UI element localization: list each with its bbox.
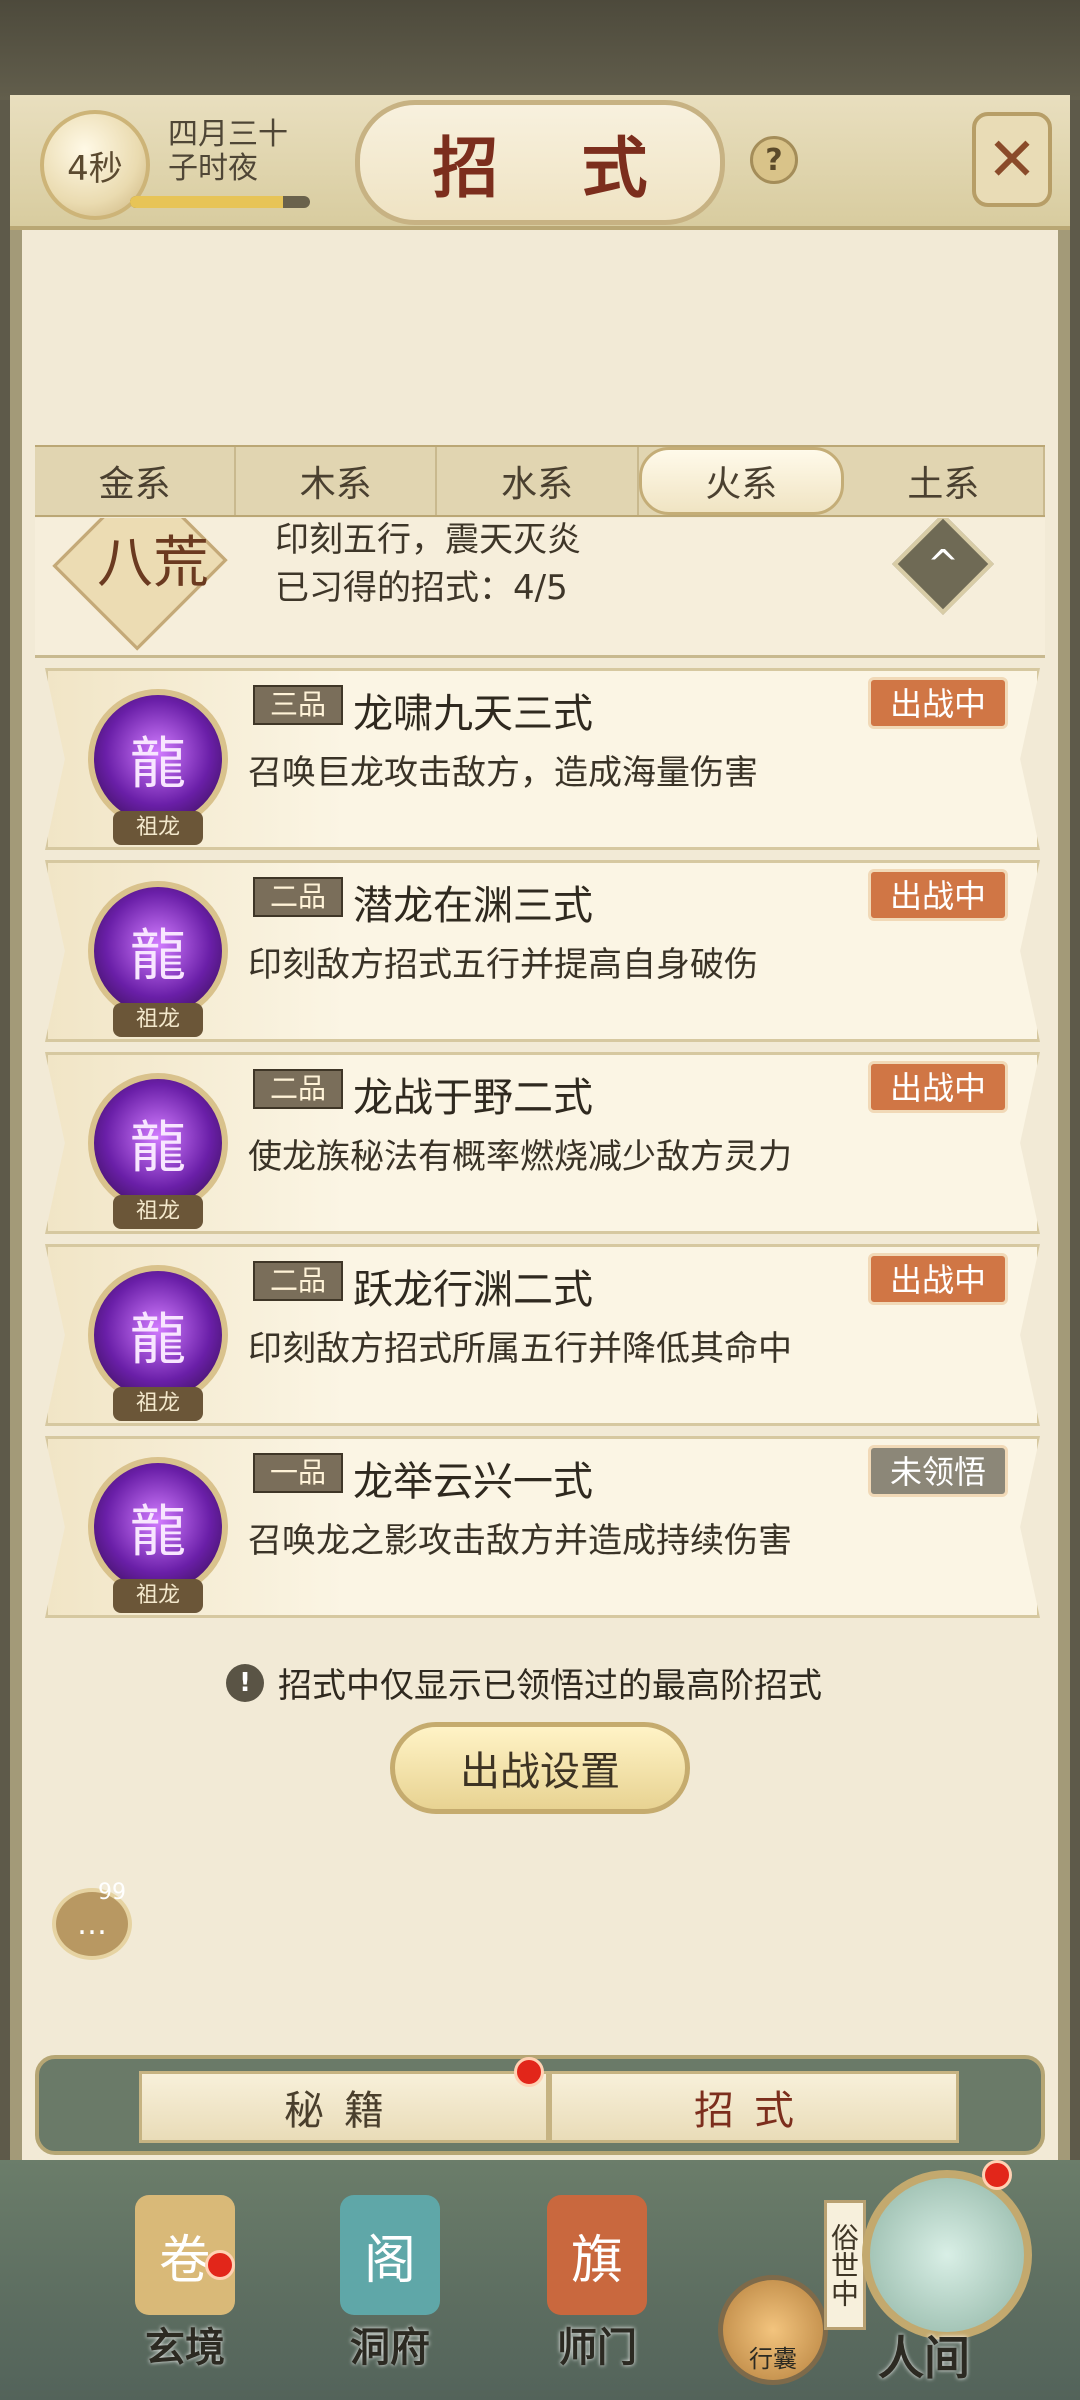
tab-moves[interactable]: 招式 — [549, 2071, 959, 2143]
notification-dot — [514, 2057, 544, 2087]
world-label: 人间 — [878, 2331, 970, 2385]
up-arrow-icon: ^ — [927, 542, 959, 586]
tab-secret-books[interactable]: 秘籍 — [139, 2071, 549, 2143]
skill-card[interactable]: 龍 祖龙 一品 龙举云兴一式 召唤龙之影攻击敌方并造成持续伤害 未领悟 — [45, 1436, 1040, 1618]
notice: ! 招式中仅显示已领悟过的最高阶招式 — [226, 1658, 822, 1707]
pavilion-icon: 阁 — [340, 2195, 440, 2315]
help-button[interactable]: ? — [750, 136, 798, 184]
skill-name: 龙啸九天三式 — [353, 691, 593, 737]
school-summary: 八荒 印刻五行，震天灭炎 已习得的招式：4/5 ^ — [35, 518, 1045, 658]
nav-dongfu[interactable]: 阁 洞府 — [315, 2195, 465, 2385]
skill-source-tag: 祖龙 — [113, 1579, 203, 1613]
skill-source-tag: 祖龙 — [113, 1387, 203, 1421]
dragon-skill-icon: 龍 — [88, 881, 228, 1021]
nav-label: 洞府 — [350, 2324, 430, 2371]
nav-label: 师门 — [557, 2324, 637, 2371]
close-icon: ✕ — [986, 124, 1038, 195]
bottom-switch: 秘籍 招式 — [35, 2055, 1045, 2155]
page-title: 招 式 — [355, 100, 725, 225]
skill-desc: 印刻敌方招式所属五行并降低其命中 — [248, 1329, 792, 1369]
skill-name: 潜龙在渊三式 — [353, 883, 593, 929]
date-line2: 子时夜 — [168, 151, 258, 186]
skill-status-badge: 出战中 — [868, 1253, 1008, 1305]
skill-source-tag: 祖龙 — [113, 811, 203, 845]
nav-shimen[interactable]: 旗 师门 — [522, 2195, 672, 2385]
skill-grade: 二品 — [253, 1261, 343, 1301]
banner-icon: 旗 — [547, 2195, 647, 2315]
close-button[interactable]: ✕ — [972, 112, 1052, 207]
tab-wood[interactable]: 木系 — [236, 447, 438, 515]
bag-button[interactable]: 行囊 — [718, 2275, 828, 2385]
element-tabs: 金系 木系 水系 火系 土系 — [35, 445, 1046, 517]
top-background — [0, 0, 1080, 100]
battle-settings-button[interactable]: 出战设置 — [390, 1722, 690, 1814]
skill-status-badge: 出战中 — [868, 1061, 1008, 1113]
skill-name: 跃龙行渊二式 — [353, 1267, 593, 1313]
game-date: 四月三十 子时夜 — [168, 118, 288, 186]
skill-status-badge: 出战中 — [868, 677, 1008, 729]
skill-status-badge: 未领悟 — [868, 1445, 1008, 1497]
tab-fire[interactable]: 火系 — [638, 447, 844, 515]
dragon-skill-icon: 龍 — [88, 689, 228, 829]
skill-desc: 使龙族秘法有概率燃烧减少敌方灵力 — [248, 1137, 792, 1177]
world-button[interactable] — [862, 2170, 1032, 2340]
dragon-skill-icon: 龍 — [88, 1073, 228, 1213]
dragon-skill-icon: 龍 — [88, 1265, 228, 1405]
skill-desc: 召唤巨龙攻击敌方，造成海量伤害 — [248, 753, 758, 793]
notification-dot — [205, 2250, 235, 2280]
world-status-tag: 俗世中 — [824, 2200, 866, 2330]
tab-earth[interactable]: 土系 — [844, 447, 1046, 515]
skill-status-badge: 出战中 — [868, 869, 1008, 921]
skill-grade: 一品 — [253, 1453, 343, 1493]
tab-water[interactable]: 水系 — [437, 447, 639, 515]
summary-line1: 印刻五行，震天灭炎 — [275, 520, 581, 560]
skill-grade: 二品 — [253, 1069, 343, 1109]
time-progress-fill — [130, 196, 283, 208]
learned-count: 已习得的招式：4/5 — [275, 568, 568, 608]
skill-card[interactable]: 龍 祖龙 二品 龙战于野二式 使龙族秘法有概率燃烧减少敌方灵力 出战中 — [45, 1052, 1040, 1234]
skill-card[interactable]: 龍 祖龙 二品 跃龙行渊二式 印刻敌方招式所属五行并降低其命中 出战中 — [45, 1244, 1040, 1426]
skill-name: 龙战于野二式 — [353, 1075, 593, 1121]
collapse-button[interactable]: ^ — [892, 518, 994, 615]
nav-xuanjing[interactable]: 卷 玄境 — [110, 2195, 260, 2385]
date-line1: 四月三十 — [168, 117, 288, 152]
skill-source-tag: 祖龙 — [113, 1195, 203, 1229]
dragon-skill-icon: 龍 — [88, 1457, 228, 1597]
skill-card[interactable]: 龍 祖龙 二品 潜龙在渊三式 印刻敌方招式五行并提高自身破伤 出战中 — [45, 860, 1040, 1042]
bag-label: 行囊 — [749, 2345, 797, 2373]
skill-grade: 三品 — [253, 685, 343, 725]
skill-source-tag: 祖龙 — [113, 1003, 203, 1037]
skill-desc: 印刻敌方招式五行并提高自身破伤 — [248, 945, 758, 985]
tab-metal[interactable]: 金系 — [35, 447, 237, 515]
skill-desc: 召唤龙之影攻击敌方并造成持续伤害 — [248, 1521, 792, 1561]
chat-badge: 99 — [98, 1880, 126, 1905]
skill-grade: 二品 — [253, 877, 343, 917]
skill-name: 龙举云兴一式 — [353, 1459, 593, 1505]
notice-text: 招式中仅显示已领悟过的最高阶招式 — [278, 1666, 822, 1706]
notification-dot — [982, 2160, 1012, 2190]
nav-label: 玄境 — [145, 2324, 225, 2371]
exclamation-icon: ! — [226, 1663, 264, 1702]
time-progress-bar — [130, 196, 310, 208]
chat-icon: … — [77, 1906, 107, 1942]
skill-card[interactable]: 龍 祖龙 三品 龙啸九天三式 召唤巨龙攻击敌方，造成海量伤害 出战中 — [45, 668, 1040, 850]
seal-text: 八荒 — [97, 531, 209, 596]
